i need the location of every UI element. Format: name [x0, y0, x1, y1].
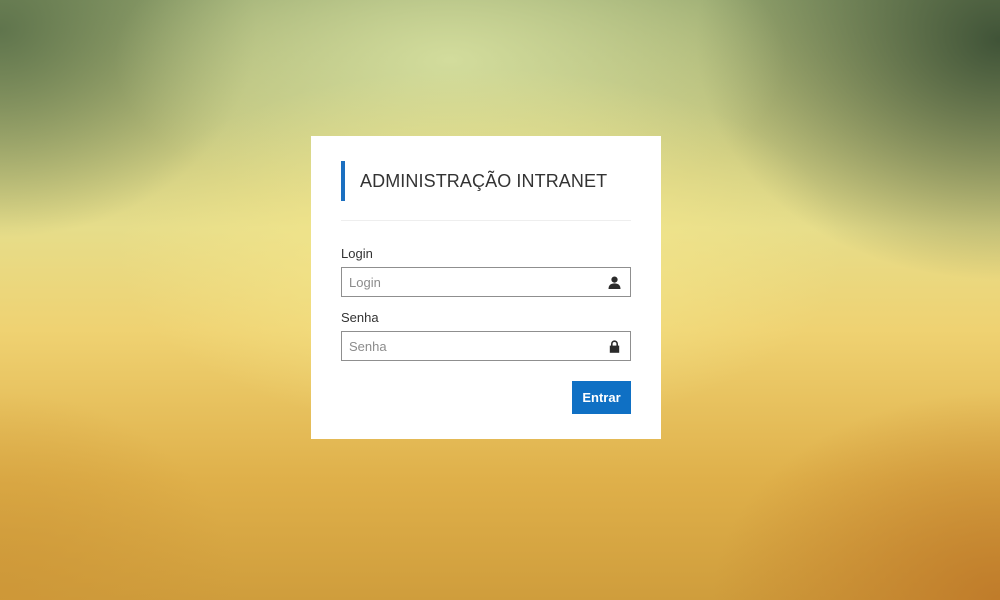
- title-accent-bar: [341, 161, 345, 201]
- password-field: [341, 331, 631, 361]
- login-label: Login: [341, 246, 373, 261]
- login-card: ADMINISTRAÇÃO INTRANET Login Senha Entra…: [311, 136, 661, 439]
- header-divider: [341, 220, 631, 221]
- page-title: ADMINISTRAÇÃO INTRANET: [360, 171, 608, 191]
- user-icon: [608, 276, 621, 289]
- card-header: ADMINISTRAÇÃO INTRANET: [341, 161, 631, 201]
- password-label: Senha: [341, 310, 379, 325]
- lock-icon: [609, 340, 620, 353]
- login-input[interactable]: [341, 267, 631, 297]
- login-field: [341, 267, 631, 297]
- password-input[interactable]: [341, 331, 631, 361]
- login-submit-button[interactable]: Entrar: [572, 381, 631, 414]
